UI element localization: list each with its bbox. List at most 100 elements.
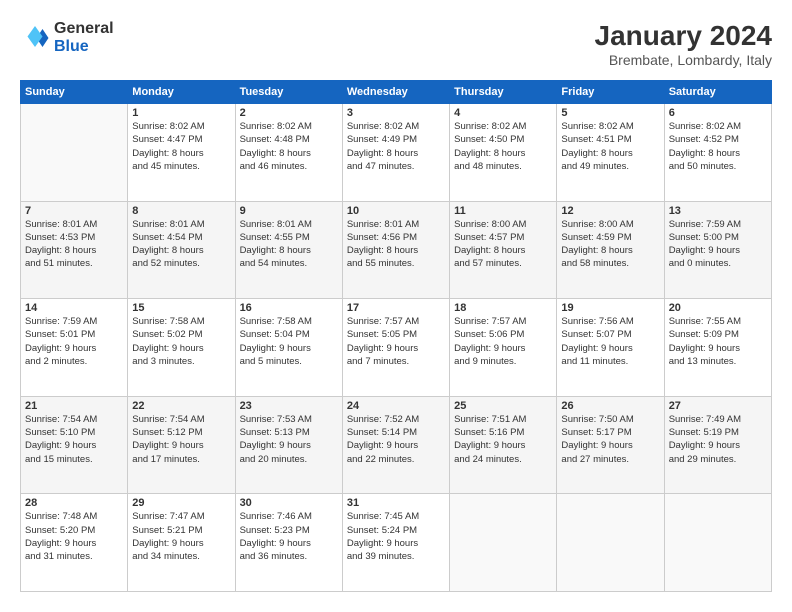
calendar-cell: 17Sunrise: 7:57 AMSunset: 5:05 PMDayligh… <box>342 299 449 397</box>
calendar-cell: 5Sunrise: 8:02 AMSunset: 4:51 PMDaylight… <box>557 104 664 202</box>
logo-blue: Blue <box>54 38 114 56</box>
day-number: 27 <box>669 400 767 412</box>
subtitle: Brembate, Lombardy, Italy <box>595 52 772 68</box>
day-info: Sunrise: 7:57 AMSunset: 5:06 PMDaylight:… <box>454 315 552 368</box>
calendar-cell: 16Sunrise: 7:58 AMSunset: 5:04 PMDayligh… <box>235 299 342 397</box>
day-info: Sunrise: 7:50 AMSunset: 5:17 PMDaylight:… <box>561 413 659 466</box>
header-tuesday: Tuesday <box>235 81 342 104</box>
day-number: 15 <box>132 302 230 314</box>
calendar-cell: 28Sunrise: 7:48 AMSunset: 5:20 PMDayligh… <box>21 494 128 592</box>
week-row-3: 14Sunrise: 7:59 AMSunset: 5:01 PMDayligh… <box>21 299 772 397</box>
logo: General Blue <box>20 20 114 55</box>
calendar-cell: 24Sunrise: 7:52 AMSunset: 5:14 PMDayligh… <box>342 396 449 494</box>
calendar-cell: 25Sunrise: 7:51 AMSunset: 5:16 PMDayligh… <box>450 396 557 494</box>
day-number: 17 <box>347 302 445 314</box>
header-wednesday: Wednesday <box>342 81 449 104</box>
calendar-cell: 1Sunrise: 8:02 AMSunset: 4:47 PMDaylight… <box>128 104 235 202</box>
day-info: Sunrise: 8:02 AMSunset: 4:50 PMDaylight:… <box>454 120 552 173</box>
day-info: Sunrise: 7:45 AMSunset: 5:24 PMDaylight:… <box>347 510 445 563</box>
calendar-cell: 10Sunrise: 8:01 AMSunset: 4:56 PMDayligh… <box>342 201 449 299</box>
day-number: 12 <box>561 205 659 217</box>
day-number: 23 <box>240 400 338 412</box>
header-sunday: Sunday <box>21 81 128 104</box>
calendar-cell: 27Sunrise: 7:49 AMSunset: 5:19 PMDayligh… <box>664 396 771 494</box>
day-info: Sunrise: 7:59 AMSunset: 5:00 PMDaylight:… <box>669 218 767 271</box>
calendar-table: Sunday Monday Tuesday Wednesday Thursday… <box>20 80 772 592</box>
calendar-cell: 18Sunrise: 7:57 AMSunset: 5:06 PMDayligh… <box>450 299 557 397</box>
calendar-cell <box>664 494 771 592</box>
calendar-cell: 26Sunrise: 7:50 AMSunset: 5:17 PMDayligh… <box>557 396 664 494</box>
day-number: 31 <box>347 497 445 509</box>
day-info: Sunrise: 7:49 AMSunset: 5:19 PMDaylight:… <box>669 413 767 466</box>
day-number: 11 <box>454 205 552 217</box>
logo-general: General <box>54 20 114 38</box>
day-number: 28 <box>25 497 123 509</box>
calendar-cell: 4Sunrise: 8:02 AMSunset: 4:50 PMDaylight… <box>450 104 557 202</box>
calendar-cell: 21Sunrise: 7:54 AMSunset: 5:10 PMDayligh… <box>21 396 128 494</box>
calendar-cell: 7Sunrise: 8:01 AMSunset: 4:53 PMDaylight… <box>21 201 128 299</box>
week-row-1: 1Sunrise: 8:02 AMSunset: 4:47 PMDaylight… <box>21 104 772 202</box>
day-info: Sunrise: 8:01 AMSunset: 4:56 PMDaylight:… <box>347 218 445 271</box>
day-info: Sunrise: 8:00 AMSunset: 4:57 PMDaylight:… <box>454 218 552 271</box>
calendar-cell: 11Sunrise: 8:00 AMSunset: 4:57 PMDayligh… <box>450 201 557 299</box>
day-number: 19 <box>561 302 659 314</box>
day-number: 25 <box>454 400 552 412</box>
calendar-cell <box>21 104 128 202</box>
day-info: Sunrise: 8:01 AMSunset: 4:53 PMDaylight:… <box>25 218 123 271</box>
calendar-cell: 15Sunrise: 7:58 AMSunset: 5:02 PMDayligh… <box>128 299 235 397</box>
day-number: 2 <box>240 107 338 119</box>
calendar-cell: 14Sunrise: 7:59 AMSunset: 5:01 PMDayligh… <box>21 299 128 397</box>
calendar-cell: 22Sunrise: 7:54 AMSunset: 5:12 PMDayligh… <box>128 396 235 494</box>
day-info: Sunrise: 8:00 AMSunset: 4:59 PMDaylight:… <box>561 218 659 271</box>
main-title: January 2024 <box>595 20 772 52</box>
day-number: 5 <box>561 107 659 119</box>
day-info: Sunrise: 8:02 AMSunset: 4:48 PMDaylight:… <box>240 120 338 173</box>
header-friday: Friday <box>557 81 664 104</box>
day-number: 13 <box>669 205 767 217</box>
day-number: 8 <box>132 205 230 217</box>
day-info: Sunrise: 8:01 AMSunset: 4:55 PMDaylight:… <box>240 218 338 271</box>
day-info: Sunrise: 7:58 AMSunset: 5:04 PMDaylight:… <box>240 315 338 368</box>
day-info: Sunrise: 7:54 AMSunset: 5:12 PMDaylight:… <box>132 413 230 466</box>
header-thursday: Thursday <box>450 81 557 104</box>
day-info: Sunrise: 7:48 AMSunset: 5:20 PMDaylight:… <box>25 510 123 563</box>
calendar-cell <box>450 494 557 592</box>
day-number: 24 <box>347 400 445 412</box>
day-info: Sunrise: 7:47 AMSunset: 5:21 PMDaylight:… <box>132 510 230 563</box>
day-number: 29 <box>132 497 230 509</box>
calendar-cell: 3Sunrise: 8:02 AMSunset: 4:49 PMDaylight… <box>342 104 449 202</box>
calendar-cell: 30Sunrise: 7:46 AMSunset: 5:23 PMDayligh… <box>235 494 342 592</box>
day-info: Sunrise: 7:55 AMSunset: 5:09 PMDaylight:… <box>669 315 767 368</box>
day-number: 18 <box>454 302 552 314</box>
day-number: 22 <box>132 400 230 412</box>
day-number: 16 <box>240 302 338 314</box>
calendar-cell: 12Sunrise: 8:00 AMSunset: 4:59 PMDayligh… <box>557 201 664 299</box>
day-number: 21 <box>25 400 123 412</box>
calendar-cell: 9Sunrise: 8:01 AMSunset: 4:55 PMDaylight… <box>235 201 342 299</box>
day-info: Sunrise: 8:02 AMSunset: 4:51 PMDaylight:… <box>561 120 659 173</box>
day-info: Sunrise: 8:01 AMSunset: 4:54 PMDaylight:… <box>132 218 230 271</box>
day-number: 4 <box>454 107 552 119</box>
day-info: Sunrise: 8:02 AMSunset: 4:52 PMDaylight:… <box>669 120 767 173</box>
calendar-cell: 13Sunrise: 7:59 AMSunset: 5:00 PMDayligh… <box>664 201 771 299</box>
day-number: 6 <box>669 107 767 119</box>
calendar-cell: 19Sunrise: 7:56 AMSunset: 5:07 PMDayligh… <box>557 299 664 397</box>
calendar-cell: 2Sunrise: 8:02 AMSunset: 4:48 PMDaylight… <box>235 104 342 202</box>
calendar-cell: 8Sunrise: 8:01 AMSunset: 4:54 PMDaylight… <box>128 201 235 299</box>
calendar-cell: 23Sunrise: 7:53 AMSunset: 5:13 PMDayligh… <box>235 396 342 494</box>
week-row-2: 7Sunrise: 8:01 AMSunset: 4:53 PMDaylight… <box>21 201 772 299</box>
day-info: Sunrise: 7:56 AMSunset: 5:07 PMDaylight:… <box>561 315 659 368</box>
calendar-cell: 6Sunrise: 8:02 AMSunset: 4:52 PMDaylight… <box>664 104 771 202</box>
day-info: Sunrise: 7:52 AMSunset: 5:14 PMDaylight:… <box>347 413 445 466</box>
day-info: Sunrise: 8:02 AMSunset: 4:49 PMDaylight:… <box>347 120 445 173</box>
week-row-4: 21Sunrise: 7:54 AMSunset: 5:10 PMDayligh… <box>21 396 772 494</box>
day-number: 26 <box>561 400 659 412</box>
logo-text: General Blue <box>54 20 114 55</box>
day-info: Sunrise: 7:53 AMSunset: 5:13 PMDaylight:… <box>240 413 338 466</box>
header: General Blue January 2024 Brembate, Lomb… <box>20 20 772 68</box>
day-number: 20 <box>669 302 767 314</box>
day-number: 7 <box>25 205 123 217</box>
page: General Blue January 2024 Brembate, Lomb… <box>0 0 792 612</box>
day-number: 30 <box>240 497 338 509</box>
calendar-cell: 31Sunrise: 7:45 AMSunset: 5:24 PMDayligh… <box>342 494 449 592</box>
